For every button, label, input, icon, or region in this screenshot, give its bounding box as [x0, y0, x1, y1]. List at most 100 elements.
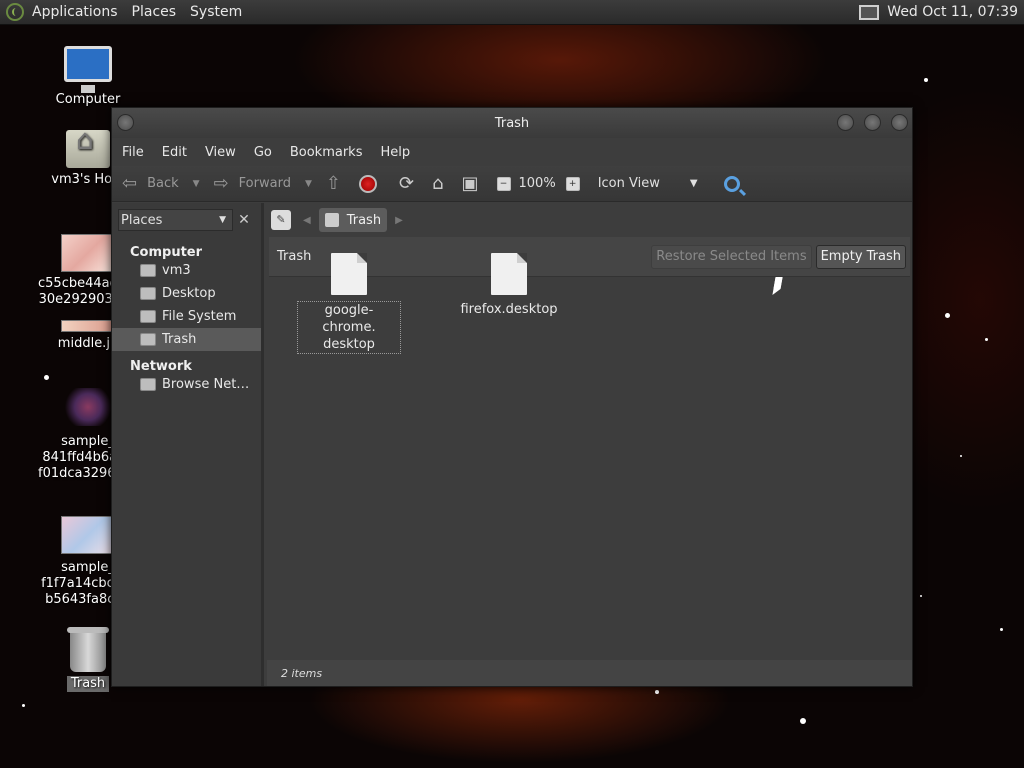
zoom-out-icon[interactable]: −	[496, 176, 511, 191]
stop-icon[interactable]	[358, 174, 377, 193]
file-item[interactable]: firefox.desktop	[457, 253, 561, 318]
display-icon[interactable]	[859, 4, 880, 20]
trash-icon	[67, 627, 109, 672]
image-thumbnail-icon	[61, 388, 115, 426]
forward-history-dropdown-icon[interactable]: ▼	[305, 179, 312, 189]
sidebar-mode-select[interactable]: Places ▼	[118, 209, 233, 231]
sidebar-heading-network: Network	[130, 359, 192, 374]
sidebar-close-icon[interactable]: ✕	[233, 212, 255, 228]
image-thumbnail-icon	[61, 234, 115, 272]
zoom-in-icon[interactable]: +	[565, 176, 580, 191]
sidebar-item-desktop[interactable]: Desktop	[112, 282, 261, 305]
top-panel: Applications Places System Wed Oct 11, 0…	[0, 0, 1024, 25]
icon-view[interactable]: google-chrome. desktop firefox.desktop	[267, 253, 912, 660]
sidebar-heading-computer: Computer	[130, 245, 203, 260]
sidebar-item-browse-network[interactable]: Browse Net…	[112, 373, 261, 396]
view-mode-select[interactable]: Icon View	[598, 176, 660, 191]
star	[800, 718, 806, 724]
star	[44, 375, 49, 380]
desktop-icon-label: Computer	[55, 92, 121, 107]
image-thumbnail-icon	[61, 320, 115, 332]
computer-icon[interactable]: ▣	[462, 173, 479, 194]
menu-go[interactable]: Go	[254, 145, 272, 160]
home-icon[interactable]: ⌂	[432, 173, 443, 194]
home-folder-icon	[140, 264, 156, 277]
maximize-button[interactable]	[864, 114, 881, 131]
file-name-line: google-chrome.	[322, 303, 376, 335]
path-scroll-right-icon[interactable]: ▶	[395, 215, 403, 226]
menu-bookmarks[interactable]: Bookmarks	[290, 145, 363, 160]
panel-menus: Applications Places System	[0, 0, 256, 24]
star	[945, 313, 950, 318]
clock[interactable]: Wed Oct 11, 07:39	[887, 4, 1018, 20]
empty-trash-button[interactable]: Empty Trash	[815, 244, 906, 269]
document-icon	[491, 253, 527, 295]
sidebar-mode-label: Places	[121, 212, 163, 228]
up-arrow-icon[interactable]: ⇧	[326, 173, 341, 194]
file-item[interactable]: google-chrome. desktop	[297, 253, 401, 354]
minimize-button[interactable]	[837, 114, 854, 131]
path-bar: ✎ ◀ Trash ▶	[267, 203, 912, 237]
back-label: Back	[147, 176, 179, 191]
forward-button[interactable]: ⇨ Forward ▼	[214, 173, 312, 194]
trash-icon	[324, 213, 339, 227]
arrow-left-icon: ⇦	[122, 173, 138, 194]
sidebar-item-file-system[interactable]: File System	[112, 305, 261, 328]
star	[960, 455, 962, 457]
breadcrumb-label: Trash	[346, 212, 382, 228]
breadcrumb-trash[interactable]: Trash	[318, 208, 388, 232]
back-history-dropdown-icon[interactable]: ▼	[193, 179, 200, 189]
window-menu-button[interactable]	[117, 114, 134, 131]
drive-icon	[140, 310, 156, 323]
arrow-right-icon: ⇨	[213, 173, 229, 194]
close-button[interactable]	[891, 114, 908, 131]
sidebar-item-trash[interactable]: Trash	[112, 328, 261, 351]
chevron-down-icon: ▼	[219, 215, 226, 225]
system-menu[interactable]: System	[190, 4, 242, 20]
view-mode-dropdown-icon[interactable]: ▼	[690, 178, 698, 189]
sidebar-item-label: vm3	[162, 263, 191, 278]
menu-file[interactable]: File	[122, 145, 144, 160]
star	[22, 704, 25, 707]
forward-label: Forward	[238, 176, 291, 191]
sidebar: Places ▼ ✕ Computer vm3 Desktop File Sys…	[112, 203, 264, 686]
star	[655, 690, 659, 694]
image-thumbnail-icon	[61, 516, 115, 554]
computer-icon	[64, 46, 112, 93]
menu-help[interactable]: Help	[380, 145, 410, 160]
restore-selected-button[interactable]: Restore Selected Items	[651, 244, 812, 269]
places-menu[interactable]: Places	[132, 4, 177, 20]
status-bar: 2 items	[267, 660, 912, 686]
network-icon	[140, 378, 156, 391]
toolbar: ⇦ Back ▼ ⇨ Forward ▼ ⇧ ⟳ ⌂ ▣ − 100% + Ic…	[112, 166, 912, 202]
sidebar-item-label: Trash	[162, 332, 197, 347]
desktop-icon-label: Trash	[66, 676, 110, 692]
desktop-icon-computer[interactable]: Computer	[38, 46, 138, 108]
window-title: Trash	[494, 115, 530, 131]
distro-logo-icon[interactable]	[6, 3, 24, 21]
file-name-line: desktop	[323, 337, 375, 352]
sidebar-header: Places ▼ ✕	[112, 203, 261, 237]
file-name: google-chrome. desktop	[297, 301, 401, 354]
applications-menu[interactable]: Applications	[32, 4, 118, 20]
star	[924, 78, 928, 82]
star	[920, 595, 922, 597]
document-icon	[331, 253, 367, 295]
window-body: Places ▼ ✕ Computer vm3 Desktop File Sys…	[112, 203, 912, 686]
menu-view[interactable]: View	[205, 145, 236, 160]
sidebar-item-label: File System	[162, 309, 237, 324]
path-scroll-left-icon[interactable]: ◀	[303, 215, 311, 226]
sidebar-item-vm3[interactable]: vm3	[112, 259, 261, 282]
edit-location-icon[interactable]: ✎	[271, 210, 291, 230]
trash-icon	[140, 333, 156, 346]
home-folder-icon	[66, 130, 110, 168]
star	[985, 338, 988, 341]
search-icon[interactable]	[723, 175, 740, 192]
menu-edit[interactable]: Edit	[162, 145, 187, 160]
content-pane: ✎ ◀ Trash ▶ Trash Restore Selected Items…	[267, 203, 912, 686]
desktop-folder-icon	[140, 287, 156, 300]
back-button[interactable]: ⇦ Back ▼	[122, 173, 200, 194]
panel-tray: Wed Oct 11, 07:39	[859, 4, 1024, 20]
window-titlebar[interactable]: Trash	[112, 108, 912, 138]
reload-icon[interactable]: ⟳	[399, 173, 414, 194]
